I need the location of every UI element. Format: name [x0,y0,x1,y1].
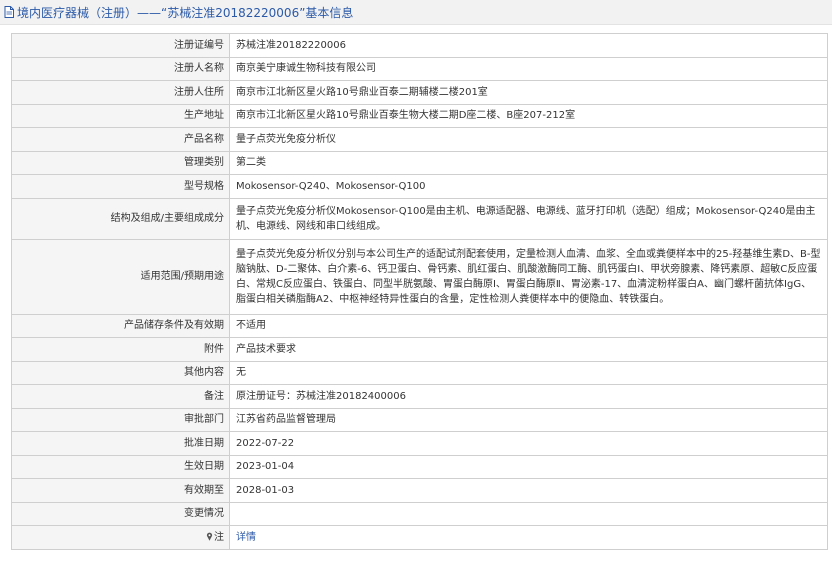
row-value: 原注册证号：苏械注准20182400006 [229,384,828,409]
page-header: 境内医疗器械（注册）——“苏械注准20182220006”基本信息 [0,0,832,25]
row-label: 备注 [11,384,230,409]
table-row: 注册人名称 南京美宁康诚生物科技有限公司 [11,56,828,81]
row-label: 附件 [11,337,230,362]
row-label: 有效期至 [11,478,230,503]
row-label: 生产地址 [11,103,230,128]
row-value: 量子点荧光免疫分析仪 [229,127,828,152]
row-label: 审批部门 [11,407,230,432]
row-value: 量子点荧光免疫分析仪分别与本公司生产的适配试剂配套使用，定量检测人血清、血浆、全… [229,238,828,315]
pin-icon [206,531,213,541]
table-row: 型号规格 Mokosensor-Q240、Mokosensor-Q100 [11,174,828,199]
row-label: 注册人住所 [11,80,230,105]
table-row: 适用范围/预期用途 量子点荧光免疫分析仪分别与本公司生产的适配试剂配套使用，定量… [11,238,828,315]
table-row: 其他内容 无 [11,360,828,385]
row-label: 管理类别 [11,150,230,175]
row-value: 苏械注准20182220006 [229,33,828,58]
details-link[interactable]: 详情 [236,532,256,543]
row-value: 南京市江北新区星火路10号鼎业百泰生物大楼二期D座二楼、B座207-212室 [229,103,828,128]
table-row: 备注 原注册证号：苏械注准20182400006 [11,384,828,409]
note-label: 注 [214,531,224,543]
row-label: 适用范围/预期用途 [11,238,230,315]
table-row: 生产地址 南京市江北新区星火路10号鼎业百泰生物大楼二期D座二楼、B座207-2… [11,103,828,128]
table-row: 有效期至 2028-01-03 [11,478,828,503]
table-row: 附件 产品技术要求 [11,337,828,362]
table-row: 批准日期 2022-07-22 [11,431,828,456]
row-value: 不适用 [229,313,828,338]
table-row: 管理类别 第二类 [11,150,828,175]
info-table-container: 注册证编号 苏械注准20182220006 注册人名称 南京美宁康诚生物科技有限… [11,33,828,550]
row-label: 注册人名称 [11,56,230,81]
row-value: 2023-01-04 [229,454,828,479]
row-label: 结构及组成/主要组成成分 [11,197,230,240]
row-label: 产品名称 [11,127,230,152]
row-label: 型号规格 [11,174,230,199]
table-row: 生效日期 2023-01-04 [11,454,828,479]
row-label: 其他内容 [11,360,230,385]
row-label: 变更情况 [11,501,230,526]
row-value: 2022-07-22 [229,431,828,456]
row-label: 注册证编号 [11,33,230,58]
row-label: 批准日期 [11,431,230,456]
table-row: 产品名称 量子点荧光免疫分析仪 [11,127,828,152]
table-row: 变更情况 [11,501,828,526]
row-value: 2028-01-03 [229,478,828,503]
row-value: 产品技术要求 [229,337,828,362]
table-row: 注册证编号 苏械注准20182220006 [11,33,828,58]
row-value: 无 [229,360,828,385]
document-icon [4,6,14,18]
row-value [229,501,828,526]
row-value: 江苏省药品监督管理局 [229,407,828,432]
page-title: 境内医疗器械（注册）——“苏械注准20182220006”基本信息 [17,5,354,20]
row-value: Mokosensor-Q240、Mokosensor-Q100 [229,174,828,199]
table-row: 注册人住所 南京市江北新区星火路10号鼎业百泰二期辅楼二楼201室 [11,80,828,105]
note-row: 注 详情 [11,525,828,550]
row-value: 第二类 [229,150,828,175]
note-value: 详情 [229,525,828,550]
row-value: 南京市江北新区星火路10号鼎业百泰二期辅楼二楼201室 [229,80,828,105]
row-label: 生效日期 [11,454,230,479]
info-table: 注册证编号 苏械注准20182220006 注册人名称 南京美宁康诚生物科技有限… [11,33,828,550]
table-row: 产品储存条件及有效期 不适用 [11,313,828,338]
row-value: 南京美宁康诚生物科技有限公司 [229,56,828,81]
table-row: 审批部门 江苏省药品监督管理局 [11,407,828,432]
table-row: 结构及组成/主要组成成分 量子点荧光免疫分析仪Mokosensor-Q100是由… [11,197,828,240]
note-label-cell: 注 [11,525,230,550]
row-value: 量子点荧光免疫分析仪Mokosensor-Q100是由主机、电源适配器、电源线、… [229,197,828,240]
row-label: 产品储存条件及有效期 [11,313,230,338]
